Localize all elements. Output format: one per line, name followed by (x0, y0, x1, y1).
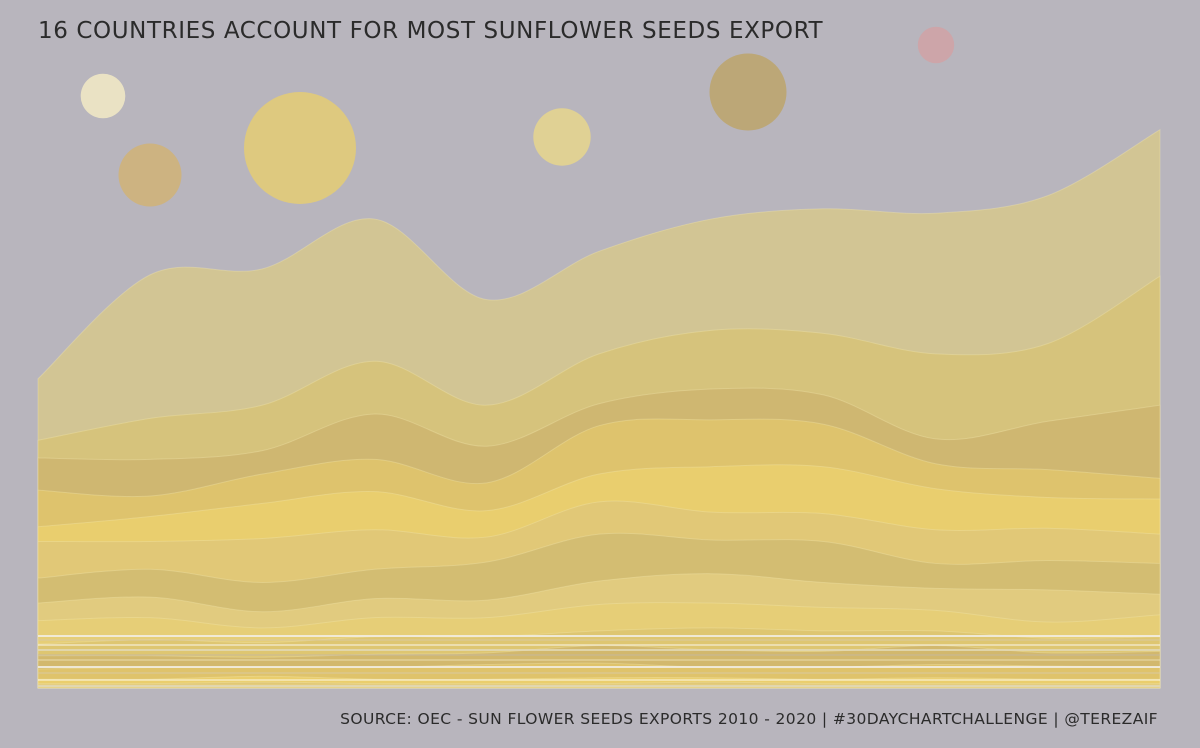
bubble-1 (80, 73, 126, 119)
bubble-3 (244, 92, 356, 204)
summary-bubbles (80, 26, 955, 207)
bubble-5 (709, 53, 787, 131)
stacked-area-layers (37, 128, 1161, 689)
bubble-6 (917, 26, 955, 64)
chart-caption: SOURCE: OEC - SUN FLOWER SEEDS EXPORTS 2… (340, 710, 1158, 728)
chart-title: 16 COUNTRIES ACCOUNT FOR MOST SUNFLOWER … (38, 18, 824, 44)
bubble-2 (118, 143, 182, 207)
bubble-4 (533, 108, 591, 166)
chart-svg (37, 26, 1161, 689)
